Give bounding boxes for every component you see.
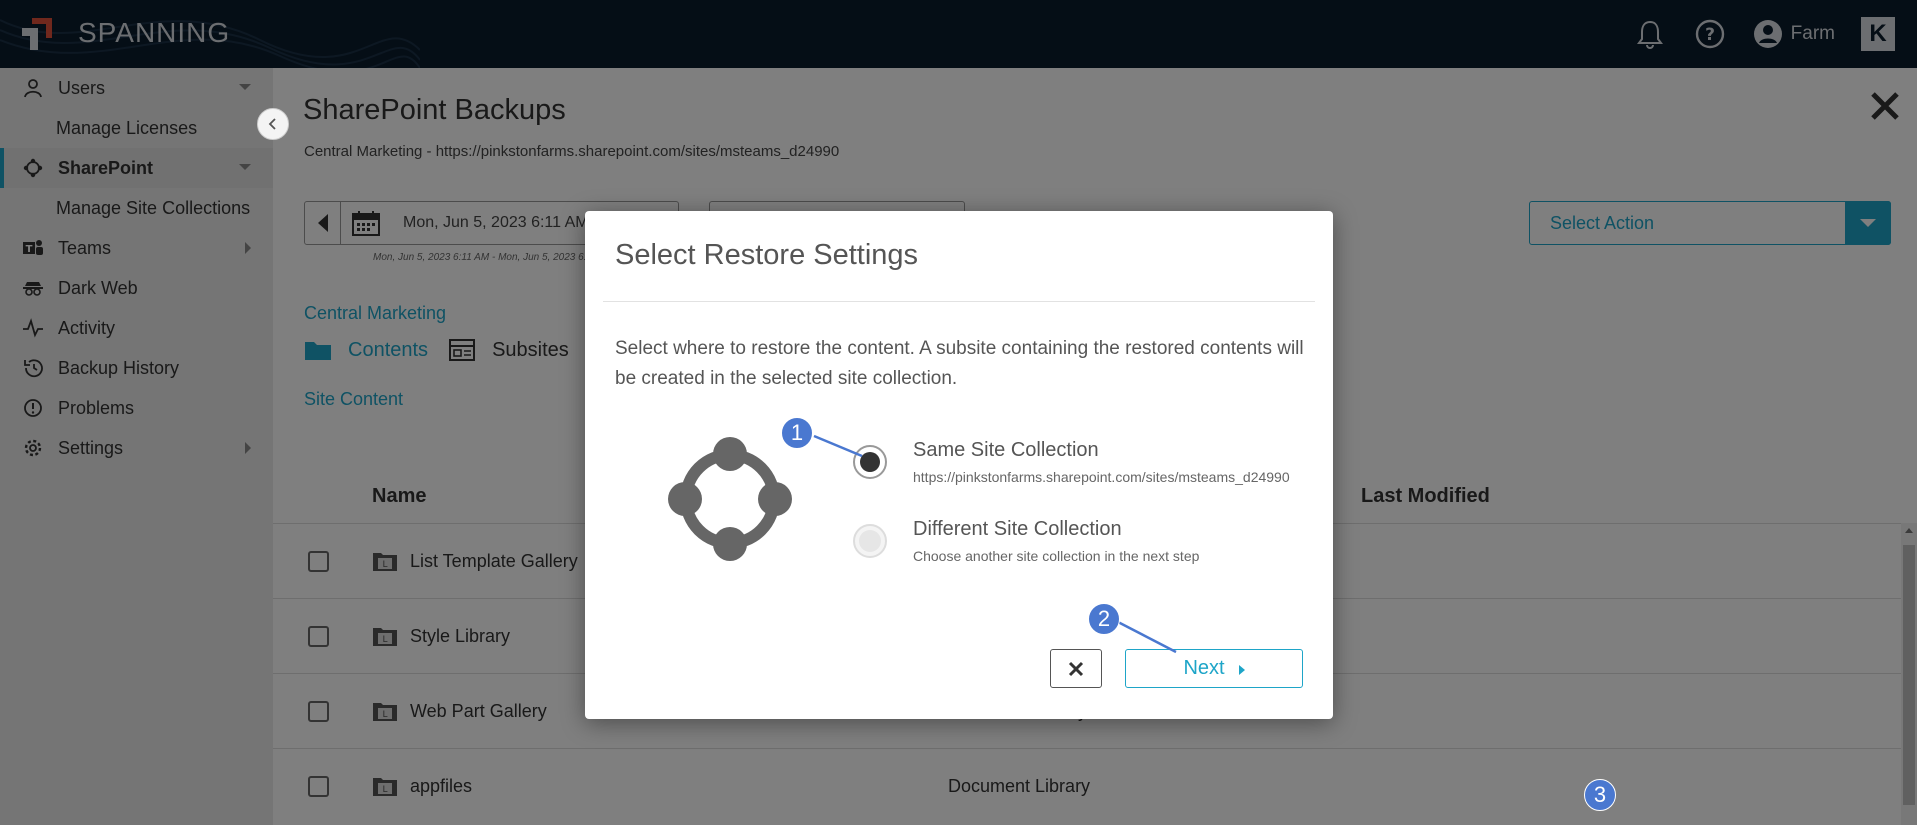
radio-different-site-collection[interactable]: [853, 524, 887, 558]
next-button[interactable]: Next: [1125, 649, 1303, 688]
close-icon: [1068, 661, 1084, 676]
radio-same-site-collection[interactable]: [853, 445, 887, 479]
caret-right-icon: [1238, 664, 1245, 675]
radio-dot: [859, 530, 881, 552]
restore-settings-dialog: Select Restore Settings Select where to …: [585, 211, 1333, 719]
dialog-title: Select Restore Settings: [615, 239, 919, 271]
radio-dot: [860, 452, 880, 472]
step-marker-3: 3: [1584, 779, 1616, 811]
step-marker-2: 2: [1088, 603, 1120, 635]
divider: [603, 301, 1315, 302]
step-marker-1: 1: [781, 417, 813, 449]
site-collection-icon: [668, 437, 792, 561]
chevron-left-icon: [268, 118, 276, 130]
cancel-button[interactable]: [1050, 649, 1102, 688]
option-subtitle: https://pinkstonfarms.sharepoint.com/sit…: [913, 469, 1290, 485]
sidebar-collapse-button[interactable]: [257, 108, 289, 140]
option-title: Different Site Collection: [913, 518, 1122, 540]
option-title: Same Site Collection: [913, 439, 1099, 461]
option-subtitle: Choose another site collection in the ne…: [913, 548, 1200, 564]
dialog-description: Select where to restore the content. A s…: [615, 338, 1304, 389]
next-button-label: Next: [1183, 657, 1225, 679]
